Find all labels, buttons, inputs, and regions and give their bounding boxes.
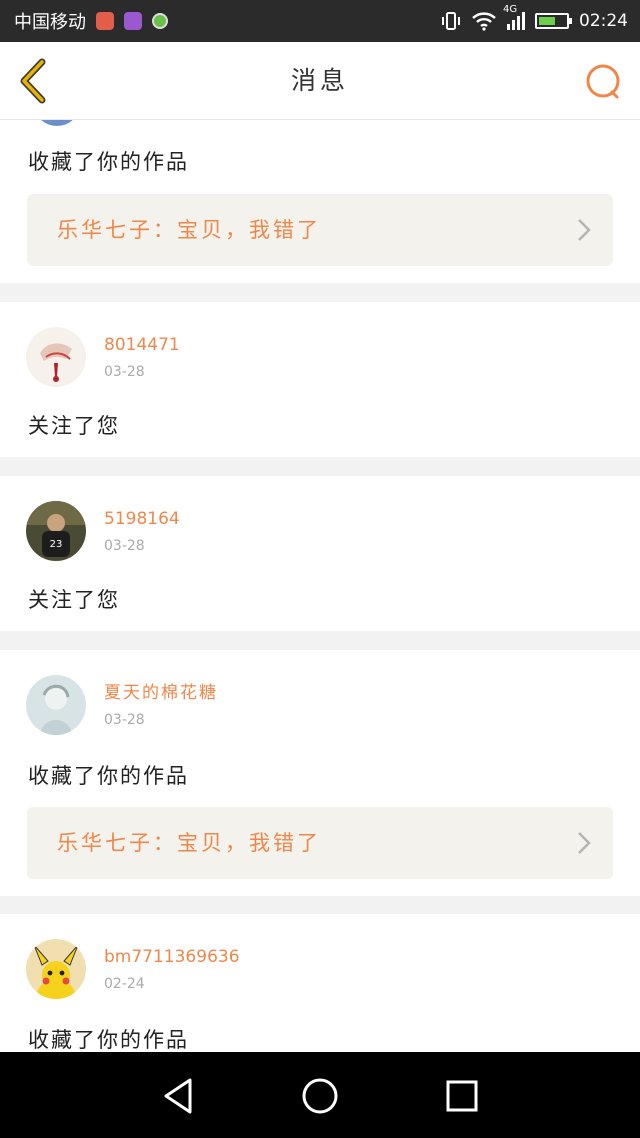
nav-back-button[interactable] — [156, 1074, 200, 1118]
avatar[interactable] — [26, 675, 86, 735]
username[interactable]: 8014471 — [104, 333, 180, 357]
back-triangle-icon — [164, 1078, 192, 1114]
avatar[interactable]: 23 — [26, 501, 86, 561]
chevron-right-icon — [578, 832, 591, 854]
app-notification-icon — [152, 13, 168, 29]
message-date: 02-24 — [104, 976, 145, 992]
avatar[interactable] — [26, 327, 86, 387]
username[interactable]: 夏天的棉花糖 — [104, 681, 218, 705]
battery-icon — [535, 13, 572, 29]
message-action: 收藏了你的作品 — [28, 1028, 189, 1052]
app-header: 消息 — [0, 42, 640, 120]
svg-text:23: 23 — [50, 539, 63, 550]
page-title: 消息 — [290, 66, 349, 95]
status-bar: 中国移动 4G 02:24 — [0, 0, 640, 42]
vibrate-icon — [441, 11, 461, 31]
network-type-label: 4G — [503, 4, 518, 15]
message-action: 关注了您 — [28, 414, 120, 438]
carrier-label: 中国移动 — [14, 12, 86, 33]
recents-square-icon — [446, 1080, 478, 1112]
system-nav-bar — [0, 1052, 640, 1138]
work-link[interactable]: 乐华七子：宝贝，我错了 — [27, 807, 613, 879]
search-button[interactable] — [584, 62, 624, 102]
message-list[interactable]: 收藏了你的作品 乐华七子：宝贝，我错了 8014471 03-28 关注了您 2… — [0, 120, 640, 1052]
chevron-right-icon — [578, 219, 591, 241]
work-link[interactable]: 乐华七子：宝贝，我错了 — [27, 194, 613, 266]
search-icon — [586, 64, 620, 99]
list-item: 8014471 03-28 关注了您 — [0, 302, 640, 457]
avatar — [36, 120, 78, 126]
clock: 02:24 — [579, 11, 628, 31]
nav-recents-button[interactable] — [440, 1074, 484, 1118]
work-title: 乐华七子：宝贝，我错了 — [57, 831, 321, 855]
avatar[interactable] — [26, 939, 86, 999]
wifi-icon — [471, 11, 497, 31]
list-item: 23 5198164 03-28 关注了您 — [0, 476, 640, 631]
list-item: 收藏了你的作品 乐华七子：宝贝，我错了 — [0, 120, 640, 283]
gallery-notification-icon — [124, 12, 142, 30]
message-action: 收藏了你的作品 — [28, 150, 189, 174]
list-item: bm7711369636 02-24 收藏了你的作品 — [0, 914, 640, 1052]
message-date: 03-28 — [104, 364, 145, 380]
mail-notification-icon — [96, 12, 114, 30]
username[interactable]: 5198164 — [104, 507, 180, 531]
cellular-signal-icon: 4G — [503, 4, 525, 30]
work-title: 乐华七子：宝贝，我错了 — [57, 218, 321, 242]
list-item: 夏天的棉花糖 03-28 收藏了你的作品 乐华七子：宝贝，我错了 — [0, 650, 640, 896]
message-date: 03-28 — [104, 538, 145, 554]
home-circle-icon — [302, 1078, 338, 1114]
message-date: 03-28 — [104, 712, 145, 728]
message-action: 关注了您 — [28, 588, 120, 612]
nav-home-button[interactable] — [298, 1074, 342, 1118]
message-action: 收藏了你的作品 — [28, 764, 189, 788]
username[interactable]: bm7711369636 — [104, 945, 240, 969]
